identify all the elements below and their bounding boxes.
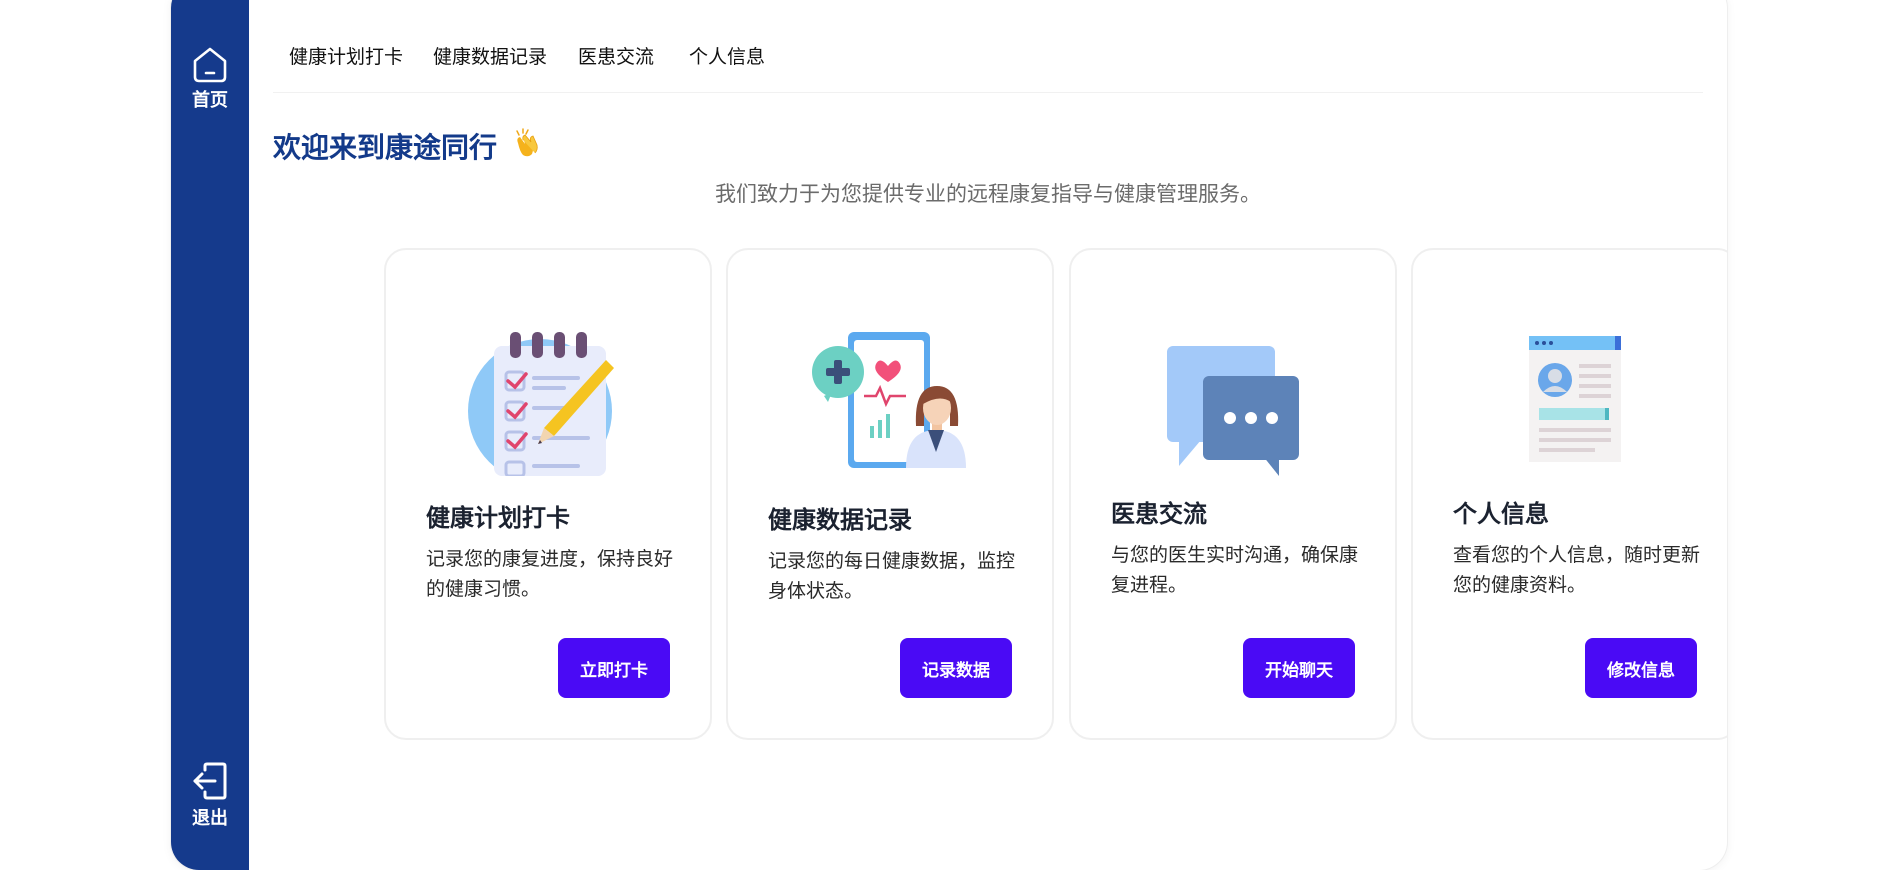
checkin-now-button[interactable]: 立即打卡 — [558, 638, 670, 698]
record-data-button[interactable]: 记录数据 — [900, 638, 1012, 698]
start-chat-button[interactable]: 开始聊天 — [1243, 638, 1355, 698]
card-title: 健康数据记录 — [768, 506, 912, 534]
card-title: 健康计划打卡 — [426, 504, 570, 532]
card-health-plan-checkin: 健康计划打卡 记录您的康复进度，保持良好的健康习惯。 立即打卡 — [384, 248, 712, 740]
app-window: 首页 退出 健康计划打卡 健康数据记录 医患交流 个人信息 欢迎来到康途同行 我… — [171, 0, 1727, 870]
card-description: 记录您的康复进度，保持良好的健康习惯。 — [426, 548, 674, 600]
logout-button[interactable]: 退出 — [171, 760, 249, 830]
clapping-hands-icon — [511, 127, 543, 166]
profile-document-icon — [1529, 336, 1621, 462]
sidebar: 首页 退出 — [171, 0, 249, 870]
nav-health-data-record[interactable]: 健康数据记录 — [433, 42, 547, 69]
home-icon — [193, 47, 227, 83]
card-description: 记录您的每日健康数据，监控身体状态。 — [768, 550, 1016, 602]
checklist-icon — [468, 332, 614, 476]
card-title: 医患交流 — [1111, 500, 1207, 528]
chat-bubbles-icon — [1167, 346, 1299, 476]
card-doctor-patient-chat: 医患交流 与您的医生实时沟通，确保康复进程。 开始聊天 — [1069, 248, 1397, 740]
nav-doctor-patient-chat[interactable]: 医患交流 — [578, 42, 654, 69]
welcome-title: 欢迎来到康途同行 — [273, 131, 498, 164]
doctor-health-data-icon — [812, 332, 966, 468]
card-title: 个人信息 — [1453, 500, 1549, 528]
welcome-subtitle: 我们致力于为您提供专业的远程康复指导与健康管理服务。 — [715, 182, 1261, 206]
logout-label: 退出 — [192, 808, 228, 829]
top-navigation: 健康计划打卡 健康数据记录 医患交流 个人信息 — [273, 0, 1703, 93]
nav-health-plan-checkin[interactable]: 健康计划打卡 — [289, 42, 403, 69]
card-description: 与您的医生实时沟通，确保康复进程。 — [1111, 544, 1359, 596]
logout-icon — [193, 762, 227, 800]
main-content: 健康计划打卡 健康数据记录 医患交流 个人信息 欢迎来到康途同行 我们致力于为您… — [249, 0, 1727, 870]
card-personal-info: 个人信息 查看您的个人信息，随时更新您的健康资料。 修改信息 — [1411, 248, 1727, 740]
card-description: 查看您的个人信息，随时更新您的健康资料。 — [1453, 544, 1701, 596]
home-button[interactable]: 首页 — [171, 44, 249, 112]
card-health-data-record: 健康数据记录 记录您的每日健康数据，监控身体状态。 记录数据 — [726, 248, 1054, 740]
welcome-heading: 欢迎来到康途同行 — [273, 126, 543, 166]
home-label: 首页 — [192, 90, 228, 111]
nav-personal-info[interactable]: 个人信息 — [689, 42, 765, 69]
edit-info-button[interactable]: 修改信息 — [1585, 638, 1697, 698]
